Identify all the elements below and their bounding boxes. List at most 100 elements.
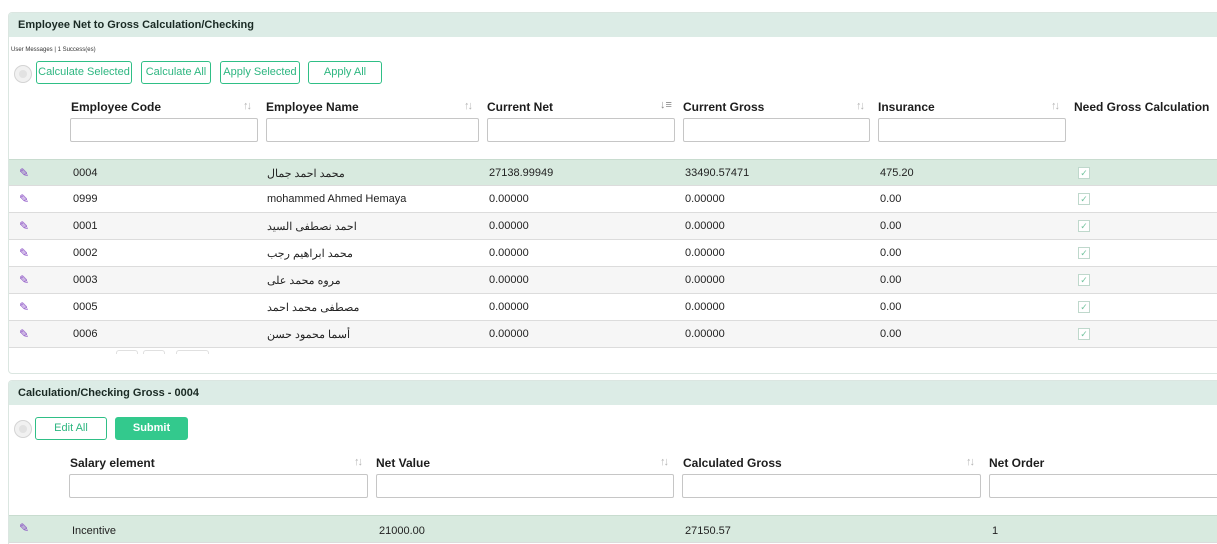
sort-icon[interactable]: ↑↓ [464,100,473,112]
apply-all-button[interactable]: Apply All [308,61,382,84]
checkbox-checked-icon[interactable]: ✓ [1078,328,1090,340]
employee-name-cell: محمد احمد جمال [267,168,345,180]
column-header-need-gross-calculation[interactable]: Need Gross Calculation [1074,100,1209,114]
pencil-icon[interactable]: ✎ [19,219,29,233]
pencil-icon[interactable]: ✎ [19,166,29,180]
employee-code-cell: 0003 [73,274,98,286]
sort-descending-icon[interactable]: ↓≡ [660,99,672,111]
pencil-icon[interactable]: ✎ [19,273,29,287]
checkbox-checked-icon[interactable]: ✓ [1078,220,1090,232]
checkbox-checked-icon[interactable]: ✓ [1078,274,1090,286]
insurance-cell: 0.00 [880,247,902,259]
pager-button[interactable] [176,350,209,354]
pencil-icon[interactable]: ✎ [19,521,29,535]
sort-icon[interactable]: ↑↓ [1051,100,1060,112]
current-gross-cell: 0.00000 [685,193,725,205]
insurance-cell: 0.00 [880,193,902,205]
column-header-salary-element[interactable]: Salary element [70,456,155,470]
panel-title: Employee Net to Gross Calculation/Checki… [9,13,1217,37]
current-gross-cell: 0.00000 [685,247,725,259]
user-messages: User Messages | 1 Success(es) [11,47,96,53]
calculated-gross-filter-input[interactable] [682,474,981,498]
employee-net-gross-panel: Employee Net to Gross Calculation/Checki… [8,12,1217,374]
current-net-cell: 0.00000 [489,301,529,313]
column-header-current-gross[interactable]: Current Gross [683,100,764,114]
salary-element-filter-input[interactable] [69,474,368,498]
pencil-icon[interactable]: ✎ [19,192,29,206]
current-gross-cell: 33490.57471 [685,167,750,179]
sort-icon[interactable]: ↑↓ [660,456,669,468]
current-gross-cell: 0.00000 [685,220,725,232]
salary-element-cell: Incentive [72,525,117,537]
calculate-selected-button[interactable]: Calculate Selected [36,61,132,84]
table-row[interactable]: ✎ 0004 محمد احمد جمال 27138.99949 33490.… [9,159,1217,186]
checkbox-checked-icon[interactable]: ✓ [1078,167,1090,179]
edit-all-button[interactable]: Edit All [35,417,107,440]
employee-code-cell: 0004 [73,167,98,179]
table-row[interactable]: ✎ 0003 مروه محمد على 0.00000 0.00000 0.0… [9,267,1217,294]
sort-icon[interactable]: ↑↓ [856,100,865,112]
table-row[interactable]: ✎ 0002 محمد ابراهيم رجب 0.00000 0.00000 … [9,240,1217,267]
current-gross-filter-input[interactable] [683,118,870,142]
employee-code-filter-input[interactable] [70,118,258,142]
column-header-current-net[interactable]: Current Net [487,100,553,114]
column-header-calculated-gross[interactable]: Calculated Gross [683,456,782,470]
employee-code-cell: 0005 [73,301,98,313]
current-net-cell: 0.00000 [489,220,529,232]
sort-icon[interactable]: ↑↓ [243,100,252,112]
pager-button[interactable] [116,350,138,354]
insurance-cell: 0.00 [880,220,902,232]
table-row[interactable]: ✎ Incentive 21000.00 27150.57 1 [9,515,1217,543]
net-order-cell: 1 [992,525,999,537]
employee-code-cell: 0999 [73,193,98,205]
current-net-cell: 0.00000 [489,247,529,259]
employee-name-cell: احمد نصطفى السيد [267,221,357,233]
calculate-all-button[interactable]: Calculate All [141,61,211,84]
sort-icon[interactable]: ↑↓ [354,456,363,468]
current-net-cell: 0.00000 [489,328,529,340]
calculated-gross-cell: 27150.57 [685,525,731,537]
employee-name-cell: مروه محمد على [267,275,341,287]
select-all-toggle[interactable] [14,65,32,83]
current-net-cell: 27138.99949 [489,167,554,179]
employee-name-filter-input[interactable] [266,118,479,142]
insurance-cell: 0.00 [880,301,902,313]
current-net-filter-input[interactable] [487,118,675,142]
checkbox-checked-icon[interactable]: ✓ [1078,247,1090,259]
table-row[interactable]: ✎ 0005 مصطفى محمد احمد 0.00000 0.00000 0… [9,294,1217,321]
table-row[interactable]: ✎ 0999 mohammed Ahmed Hemaya 0.00000 0.0… [9,186,1217,213]
apply-selected-button[interactable]: Apply Selected [220,61,300,84]
column-header-employee-name[interactable]: Employee Name [266,100,359,114]
column-header-insurance[interactable]: Insurance [878,100,935,114]
pencil-icon[interactable]: ✎ [19,300,29,314]
pager-button[interactable] [143,350,165,354]
employee-code-cell: 0002 [73,247,98,259]
current-gross-cell: 0.00000 [685,274,725,286]
current-net-cell: 0.00000 [489,193,529,205]
table-row[interactable]: ✎ 0001 احمد نصطفى السيد 0.00000 0.00000 … [9,213,1217,240]
submit-button[interactable]: Submit [115,417,188,440]
current-gross-cell: 0.00000 [685,328,725,340]
employee-code-cell: 0006 [73,328,98,340]
net-order-filter-input[interactable] [989,474,1217,498]
column-header-net-value[interactable]: Net Value [376,456,430,470]
net-value-filter-input[interactable] [376,474,674,498]
employee-code-cell: 0001 [73,220,98,232]
insurance-cell: 475.20 [880,167,914,179]
pencil-icon[interactable]: ✎ [19,246,29,260]
current-net-cell: 0.00000 [489,274,529,286]
insurance-cell: 0.00 [880,274,902,286]
insurance-filter-input[interactable] [878,118,1066,142]
employee-name-cell: محمد ابراهيم رجب [267,248,353,260]
column-header-net-order[interactable]: Net Order [989,456,1044,470]
employee-name-cell: أسما محمود حسن [267,329,351,341]
column-header-employee-code[interactable]: Employee Code [71,100,161,114]
pencil-icon[interactable]: ✎ [19,327,29,341]
sort-icon[interactable]: ↑↓ [966,456,975,468]
panel-title: Calculation/Checking Gross - 0004 [9,381,1217,405]
checkbox-checked-icon[interactable]: ✓ [1078,301,1090,313]
employee-name-cell: mohammed Ahmed Hemaya [267,193,407,205]
table-row[interactable]: ✎ 0006 أسما محمود حسن 0.00000 0.00000 0.… [9,321,1217,348]
checkbox-checked-icon[interactable]: ✓ [1078,193,1090,205]
select-all-toggle[interactable] [14,420,32,438]
